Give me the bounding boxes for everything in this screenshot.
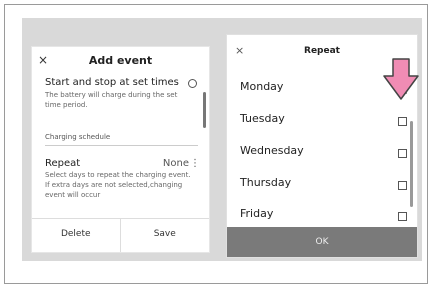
- repeat-title[interactable]: Repeat: [45, 158, 80, 169]
- repeat-dialog-title: Repeat: [304, 46, 340, 56]
- checkbox-tuesday[interactable]: [398, 117, 407, 126]
- repeat-description: Select days to repeat the charging event…: [45, 171, 191, 199]
- checkbox-thursday[interactable]: [398, 181, 407, 190]
- start-stop-title: Start and stop at set times: [45, 77, 179, 88]
- pointer-arrow-icon: [383, 58, 419, 100]
- start-stop-description: The battery will charge during the set t…: [45, 91, 178, 109]
- scrollbar[interactable]: [410, 121, 413, 207]
- checkbox-wednesday[interactable]: [398, 149, 407, 158]
- repeat-value[interactable]: None: [163, 158, 189, 169]
- add-event-dialog: × Add event Start and stop at set times …: [31, 46, 210, 253]
- delete-button[interactable]: Delete: [32, 219, 121, 252]
- ok-button[interactable]: OK: [227, 227, 417, 257]
- dialog-title: Add event: [88, 54, 153, 67]
- dialog-header: × Add event: [32, 47, 209, 74]
- day-label-thursday[interactable]: Thursday: [240, 176, 291, 189]
- divider: [45, 145, 198, 146]
- day-label-wednesday[interactable]: Wednesday: [240, 144, 304, 157]
- day-label-tuesday[interactable]: Tuesday: [240, 112, 285, 125]
- save-button[interactable]: Save: [121, 219, 210, 252]
- dialog-body: Start and stop at set times The battery …: [32, 74, 209, 219]
- checkbox-friday[interactable]: [398, 212, 407, 221]
- day-label-friday[interactable]: Friday: [240, 207, 273, 220]
- more-icon[interactable]: ⋮: [190, 158, 200, 169]
- charging-schedule-label: Charging schedule: [45, 133, 111, 141]
- scrollbar[interactable]: [203, 92, 206, 128]
- start-stop-radio[interactable]: [188, 79, 197, 88]
- day-label-monday[interactable]: Monday: [240, 80, 283, 93]
- dialog-footer: Delete Save: [32, 218, 209, 252]
